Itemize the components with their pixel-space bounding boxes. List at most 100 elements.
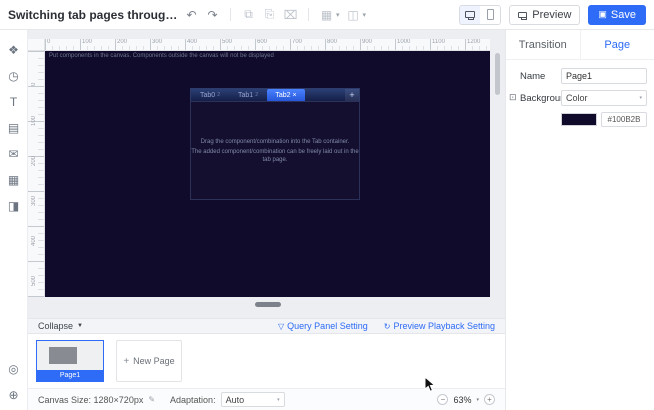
vertical-scrollbar-thumb[interactable] <box>495 53 500 95</box>
app-window: Switching tab pages through FVS wid... ↶… <box>0 0 654 410</box>
document-title: Switching tab pages through FVS wid... <box>8 7 178 22</box>
name-row: Name <box>506 68 654 84</box>
chart-icon[interactable]: ▤ <box>8 122 19 135</box>
preview-playback-setting-link[interactable]: ↻ Preview Playback Setting <box>384 321 495 331</box>
dropzone-hint-line1: Drag the component/combination into the … <box>200 138 350 145</box>
mobile-view-button[interactable] <box>480 5 501 24</box>
ruler-label: 600 <box>31 291 37 297</box>
adaptation-label: Adaptation: <box>170 394 216 405</box>
copy-icon[interactable]: ⧉ <box>241 7 256 22</box>
globe-icon[interactable]: ⊕ <box>8 389 18 402</box>
canvas-notice-text: Put components in the canvas. Components… <box>49 53 274 59</box>
shape-icon[interactable]: ◨ <box>8 200 19 213</box>
ruler-horizontal-labels: 0 100 200 300 400 500 600 700 800 900 1000 1100 1200 <box>45 39 490 50</box>
save-icon: ▣ <box>598 9 607 19</box>
ruler-label: 0 <box>31 82 37 86</box>
ruler-label: 600 <box>257 39 268 45</box>
widget-tab-1[interactable]: Tab1 2 <box>229 89 267 101</box>
tab-widget-dropzone[interactable]: Drag the component/combination into the … <box>190 101 360 200</box>
zoom-in-button[interactable]: + <box>484 394 495 405</box>
redo-icon[interactable]: ↷ <box>205 8 220 22</box>
new-page-button[interactable]: + New Page <box>116 340 182 382</box>
page-thumbnail-selected[interactable]: Page1 <box>36 340 104 382</box>
ruler-label: 1000 <box>397 39 411 45</box>
ruler-label: 400 <box>31 235 37 246</box>
widget-tab-badge: 2 <box>255 92 258 98</box>
ruler-label: 100 <box>31 115 37 126</box>
preview-button[interactable]: Preview <box>509 4 581 25</box>
zoom-level-value: 63% <box>453 394 472 405</box>
add-tab-button[interactable]: + <box>345 89 359 101</box>
collapse-label[interactable]: Collapse <box>38 321 73 331</box>
widget-tab-badge: 2 <box>217 92 220 98</box>
mouse-cursor <box>424 376 436 392</box>
close-icon[interactable]: × <box>293 92 297 99</box>
save-button-label: Save <box>610 8 636 21</box>
ruler-label: 500 <box>31 275 37 286</box>
toolbar-divider <box>308 8 309 21</box>
layers-icon[interactable]: ◫ <box>346 8 361 22</box>
toolbar-right-group: Preview ▣ Save <box>459 4 646 25</box>
page-thumbnail-label: Page1 <box>37 370 103 381</box>
tab-container-widget[interactable]: Tab0 2 Tab1 2 Tab2 × + Drag the componen… <box>190 88 360 200</box>
vertical-scrollbar[interactable] <box>494 51 501 297</box>
background-type-select[interactable]: Color ▾ <box>561 90 647 106</box>
playback-icon: ↻ <box>383 321 391 331</box>
panel-links: ▽ Query Panel Setting ↻ Preview Playback… <box>278 321 495 331</box>
preview-screen-icon <box>518 11 528 20</box>
undo-icon[interactable]: ↶ <box>184 8 199 22</box>
plus-icon: + <box>123 355 130 367</box>
dropzone-hint-line2: The added component/combination can be f… <box>191 148 359 163</box>
monitor-icon: ⊡ <box>509 92 517 102</box>
thumbnail-preview-rect <box>49 347 77 364</box>
ruler-label: 800 <box>327 39 338 45</box>
ruler-corner <box>28 39 45 51</box>
horizontal-scrollbar[interactable] <box>45 301 490 308</box>
support-icon[interactable]: ◎ <box>8 363 18 376</box>
collapse-caret-icon[interactable]: ▼ <box>77 323 83 329</box>
paste-icon[interactable]: ⎘ <box>262 7 277 22</box>
page-name-input[interactable] <box>561 68 647 84</box>
chevron-down-icon: ▾ <box>362 11 367 19</box>
zoom-dropdown-icon[interactable]: ▾ <box>476 397 479 403</box>
save-button[interactable]: ▣ Save <box>588 4 646 25</box>
clock-icon[interactable]: ◷ <box>8 70 18 83</box>
widget-tab-2-active[interactable]: Tab2 × <box>267 89 305 101</box>
tab-transition[interactable]: Transition <box>506 30 580 59</box>
inspector-tabs: Transition Page <box>506 30 654 60</box>
text-icon[interactable]: T <box>10 96 17 109</box>
delete-icon[interactable]: ⌧ <box>283 8 298 22</box>
color-hex-input[interactable] <box>601 112 647 127</box>
group-icon[interactable]: ▦ <box>319 8 334 22</box>
zoom-control: − 63% ▾ + <box>437 394 495 405</box>
toolbar-divider <box>230 8 231 21</box>
chevron-down-icon: ▾ <box>277 396 280 403</box>
color-swatch[interactable] <box>561 113 597 126</box>
widgets-icon[interactable]: ❖ <box>8 44 19 57</box>
edit-canvas-size-icon[interactable]: ✎ <box>148 395 155 404</box>
ruler-label: 700 <box>292 39 303 45</box>
background-color-row <box>506 112 654 127</box>
tab-page[interactable]: Page <box>579 30 654 59</box>
chevron-down-icon: ▾ <box>336 11 340 19</box>
desktop-view-button[interactable] <box>460 5 481 24</box>
zoom-out-button[interactable]: − <box>437 394 449 405</box>
workspace: 0 100 200 300 400 500 600 700 800 900 1000 1100 1200… <box>28 30 505 410</box>
table-icon[interactable]: ▦ <box>8 174 19 187</box>
ruler-label: 100 <box>82 39 93 45</box>
desktop-icon <box>465 11 476 20</box>
design-canvas[interactable]: Put components in the canvas. Components… <box>45 51 490 297</box>
widget-tab-0[interactable]: Tab0 2 <box>191 89 229 101</box>
mail-icon[interactable]: ✉ <box>8 148 18 161</box>
ruler-label: 500 <box>222 39 233 45</box>
horizontal-scrollbar-thumb[interactable] <box>255 302 281 307</box>
background-type-value: Color <box>566 93 588 103</box>
query-panel-setting-link[interactable]: ▽ Query Panel Setting <box>278 321 368 331</box>
adaptation-value: Auto <box>225 394 245 405</box>
widget-tab-label: Tab2 <box>275 91 291 99</box>
canvas-zone: 0 100 200 300 400 500 600 700 800 900 1000 1100 1200… <box>28 30 505 318</box>
top-toolbar: Switching tab pages through FVS wid... ↶… <box>0 0 654 30</box>
canvas-size-label: Canvas Size: 1280×720px <box>38 394 144 405</box>
new-page-label: New Page <box>133 356 175 366</box>
adaptation-select[interactable]: Auto ▾ <box>220 392 285 407</box>
